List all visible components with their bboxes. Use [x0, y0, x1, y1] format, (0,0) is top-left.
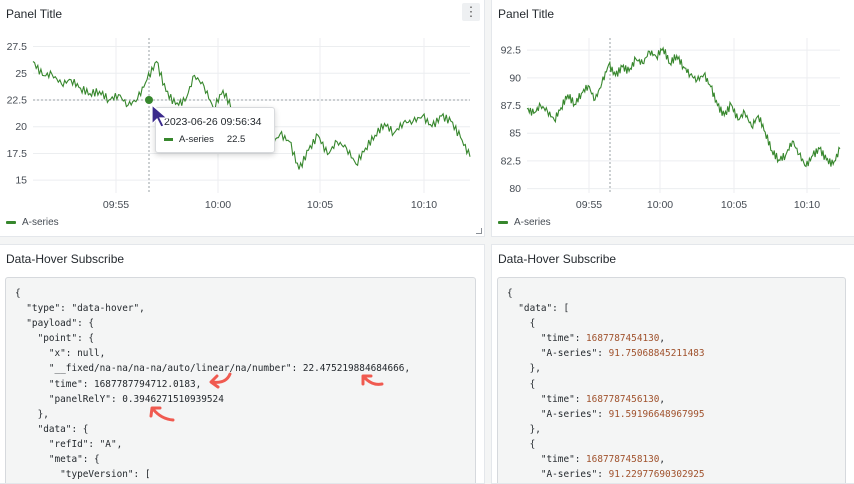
x-tick-label: 10:10	[794, 199, 820, 211]
tooltip-value: 22.5	[226, 134, 246, 145]
y-tick-label: 92.5	[501, 45, 522, 57]
y-tick-label: 17.5	[7, 148, 28, 160]
tooltip-time: 2023-06-26 09:56:34	[164, 116, 262, 128]
legend-swatch	[6, 221, 16, 224]
code-line: "data": [	[507, 303, 570, 315]
code-line: {	[507, 378, 536, 390]
code-line: {	[507, 288, 513, 299]
code-line: "__fixed/na-na/na-na/auto/linear/na/numb…	[15, 363, 411, 375]
y-tick-label: 22.5	[7, 95, 28, 107]
code-line: "type": "data-hover",	[15, 303, 145, 315]
json-code-block: { "type": "data-hover", "payload": { "po…	[5, 277, 476, 483]
code-line: },	[507, 363, 541, 375]
y-tick-label: 80	[509, 183, 521, 195]
y-tick-label: 82.5	[501, 155, 522, 167]
code-line: "refId": "A",	[15, 438, 123, 450]
code-line: },	[507, 423, 541, 435]
json-code-block: { "data": [ { "time": 1687787454130, "A-…	[497, 277, 846, 483]
code-line: {	[15, 288, 21, 299]
chart-right[interactable]: 92.5 90 87.5 85 82.5 80 09:55 10:00 10:05 10:10	[492, 0, 854, 237]
mouse-cursor-icon	[151, 103, 169, 128]
legend-label: A-series	[514, 217, 551, 228]
hover-tooltip: 2023-06-26 09:56:34 A-series 22.5	[155, 107, 275, 153]
code-line: "time": 1687787454130,	[507, 333, 666, 345]
data-hover-panel-right: Data-Hover Subscribe { "data": [ { "time…	[491, 244, 854, 484]
code-line: "time": 1687787794712.0183,	[15, 378, 202, 390]
code-number: 91.75068845211483	[608, 348, 705, 360]
x-tick-label: 10:00	[647, 199, 673, 211]
code-line: },	[15, 408, 49, 420]
y-tick-label: 15	[15, 175, 27, 187]
code-number: 1687787458130	[586, 454, 660, 466]
code-line: "meta": {	[15, 454, 100, 466]
legend[interactable]: A-series	[498, 217, 551, 228]
y-tick-label: 27.5	[7, 41, 28, 53]
code-line: {	[507, 438, 536, 450]
code-line: "x": null,	[15, 348, 106, 360]
x-tick-label: 09:55	[576, 199, 602, 211]
code-number: 91.59196648967995	[608, 408, 705, 420]
y-tick-label: 90	[509, 72, 521, 84]
code-line: "time": 1687787456130,	[507, 393, 666, 405]
data-hover-panel-left: Data-Hover Subscribe { "type": "data-hov…	[0, 244, 485, 484]
code-line: "point": {	[15, 333, 95, 345]
tooltip-series-row: A-series 22.5	[164, 134, 245, 145]
x-tick-label: 09:55	[103, 199, 129, 211]
timeseries-panel-right[interactable]: Panel Title 92.5 90 87.5 85 82.5 80 09:55 10:00…	[491, 0, 854, 237]
x-tick-label: 10:10	[411, 199, 437, 211]
code-line: "data": {	[15, 423, 89, 435]
y-tick-label: 87.5	[501, 100, 522, 112]
code-line: "payload": {	[15, 318, 95, 330]
legend-label: A-series	[22, 217, 59, 228]
y-tick-label: 85	[509, 128, 521, 140]
tooltip-swatch	[164, 138, 173, 141]
legend-swatch	[498, 221, 508, 224]
code-line: {	[507, 318, 536, 330]
code-line: "A-series": 91.59196648967995	[507, 408, 705, 420]
tooltip-series-name: A-series	[179, 134, 214, 145]
series-line	[526, 46, 841, 168]
code-number: 1687787454130	[586, 333, 660, 345]
resize-handle-icon[interactable]	[476, 228, 482, 234]
code-line: "panelRelY": 0.3946271510939524	[15, 393, 224, 405]
code-number: 1687787456130	[586, 393, 660, 405]
panel-title: Data-Hover Subscribe	[498, 252, 617, 266]
legend[interactable]: A-series	[6, 217, 59, 228]
y-tick-label: 20	[15, 121, 27, 133]
code-line: "A-series": 91.75068845211483	[507, 348, 705, 360]
x-tick-label: 10:05	[307, 199, 333, 211]
x-tick-label: 10:05	[721, 199, 747, 211]
x-tick-label: 10:00	[205, 199, 231, 211]
code-number: 91.22977690302925	[608, 469, 705, 481]
code-line: "time": 1687787458130,	[507, 454, 666, 466]
panel-title: Data-Hover Subscribe	[6, 252, 125, 266]
y-tick-label: 25	[15, 68, 27, 80]
